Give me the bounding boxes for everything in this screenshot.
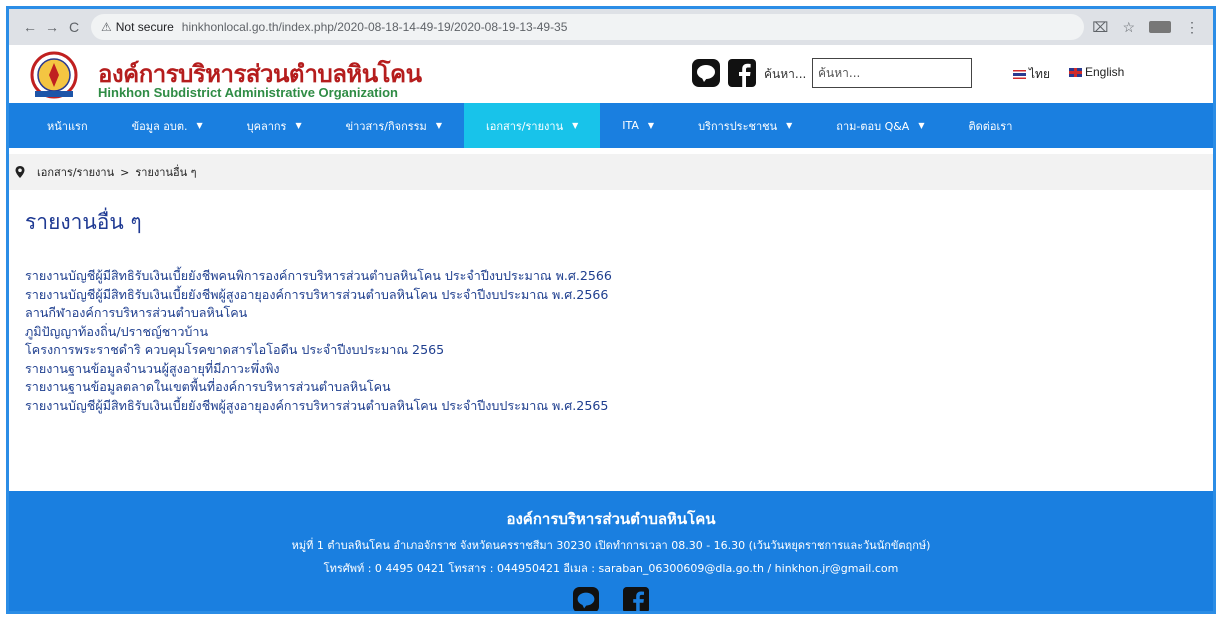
social-links xyxy=(692,59,756,87)
site-header: องค์การบริหารส่วนตำบลหินโคน Hinkhon Subd… xyxy=(9,45,1213,103)
browser-toolbar: ← → C ⚠ Not secure hinkhonlocal.go.th/in… xyxy=(9,9,1213,45)
lang-thai-label: ไทย xyxy=(1029,67,1050,81)
caret-down-icon: ▼ xyxy=(295,121,302,130)
report-list: รายงานบัญชีผู้มีสิทธิรับเงินเบี้ยยังชีพค… xyxy=(25,267,1213,415)
breadcrumb-current: รายงานอื่น ๆ xyxy=(135,166,197,179)
facebook-icon[interactable] xyxy=(728,59,756,87)
uk-flag-icon xyxy=(1069,68,1082,78)
site-footer: องค์การบริหารส่วนตำบลหินโคน หมู่ที่ 1 ตำ… xyxy=(9,491,1213,611)
footer-contact: โทรศัพท์ : 0 4495 0421 โทรสาร : 04495042… xyxy=(323,562,899,575)
nav-item-news[interactable]: ข่าวสาร/กิจกรรม ▼ xyxy=(324,103,464,148)
list-item[interactable]: ภูมิปัญญาท้องถิ่น/ปราชญ์ชาวบ้าน xyxy=(25,323,1213,342)
list-item[interactable]: รายงานฐานข้อมูลตลาดในเขตพื้นที่องค์การบร… xyxy=(25,378,1213,397)
nav-item-documents[interactable]: เอกสาร/รายงาน ▼ xyxy=(463,103,601,148)
list-item[interactable]: รายงานบัญชีผู้มีสิทธิรับเงินเบี้ยยังชีพค… xyxy=(25,267,1213,286)
facebook-icon[interactable] xyxy=(623,587,649,613)
url-text: hinkhonlocal.go.th/index.php/2020-08-18-… xyxy=(181,20,568,34)
line-icon[interactable] xyxy=(573,587,599,613)
breadcrumb-parent[interactable]: เอกสาร/รายงาน xyxy=(37,163,114,181)
caret-down-icon: ▼ xyxy=(786,121,793,130)
nav-item-ita[interactable]: ITA ▼ xyxy=(600,103,676,148)
caret-down-icon: ▼ xyxy=(196,121,203,130)
thai-flag-icon xyxy=(1013,70,1026,80)
nav-item-home[interactable]: หน้าแรก xyxy=(25,103,110,148)
lang-english-link[interactable]: English xyxy=(1069,65,1124,79)
breadcrumb: เอกสาร/รายงาน > รายงานอื่น ๆ xyxy=(9,154,1213,190)
footer-title: องค์การบริหารส่วนตำบลหินโคน xyxy=(506,510,716,528)
footer-social xyxy=(9,587,1213,613)
star-icon[interactable]: ☆ xyxy=(1122,19,1135,36)
lang-thai-link[interactable]: ไทย xyxy=(1013,65,1050,84)
map-pin-icon xyxy=(15,166,25,178)
caret-down-icon: ▼ xyxy=(918,121,925,130)
list-item[interactable]: ลานกีฬาองค์การบริหารส่วนตำบลหินโคน xyxy=(25,304,1213,323)
warning-icon: ⚠ xyxy=(101,20,112,34)
line-icon[interactable] xyxy=(692,59,720,87)
list-item[interactable]: รายงานบัญชีผู้มีสิทธิรับเงินเบี้ยยังชีพผ… xyxy=(25,286,1213,305)
security-label: Not secure xyxy=(115,20,174,34)
lang-english-label: English xyxy=(1085,65,1125,79)
browser-window: ← → C ⚠ Not secure hinkhonlocal.go.th/in… xyxy=(6,6,1216,614)
nav-item-about[interactable]: ข้อมูล อบต. ▼ xyxy=(110,103,225,148)
nav-item-qa[interactable]: ถาม-ตอบ Q&A ▼ xyxy=(814,103,946,148)
nav-item-personnel[interactable]: บุคลากร ▼ xyxy=(225,103,324,148)
translate-icon[interactable]: ⌧ xyxy=(1092,19,1108,36)
caret-down-icon: ▼ xyxy=(572,121,579,130)
address-bar[interactable]: ⚠ Not secure hinkhonlocal.go.th/index.ph… xyxy=(91,14,1085,40)
nav-item-contact[interactable]: ติดต่อเรา xyxy=(946,103,1034,148)
seal-logo[interactable] xyxy=(26,51,94,99)
nav-item-services[interactable]: บริการประชาชน ▼ xyxy=(676,103,814,148)
arrow-left-icon[interactable]: ← xyxy=(19,16,41,38)
caret-down-icon: ▼ xyxy=(435,121,442,130)
more-menu-icon[interactable]: ⋮ xyxy=(1185,19,1199,36)
main-content: รายงานอื่น ๆ รายงานบัญชีผู้มีสิทธิรับเงิ… xyxy=(9,206,1213,415)
arrow-right-icon[interactable]: → xyxy=(41,16,63,38)
caret-down-icon: ▼ xyxy=(647,121,655,130)
list-item[interactable]: รายงานฐานข้อมูลจำนวนผู้สูงอายุที่มีภาวะพ… xyxy=(25,360,1213,379)
main-nav: หน้าแรก ข้อมูล อบต. ▼ บุคลากร ▼ ข่าวสาร/กิ… xyxy=(9,103,1213,148)
reload-icon[interactable]: C xyxy=(63,16,85,38)
list-item[interactable]: รายงานบัญชีผู้มีสิทธิรับเงินเบี้ยยังชีพผ… xyxy=(25,397,1213,416)
list-item[interactable]: โครงการพระราชดำริ ควบคุมโรคขาดสารไอโอดีน… xyxy=(25,341,1213,360)
breadcrumb-separator: > xyxy=(120,165,130,179)
search-input[interactable] xyxy=(812,58,972,88)
site-title-en[interactable]: Hinkhon Subdistrict Administrative Organ… xyxy=(98,85,398,100)
footer-address: หมู่ที่ 1 ตำบลหินโคน อำเภอจักราช จังหวัด… xyxy=(291,539,931,552)
page-title: รายงานอื่น ๆ xyxy=(25,210,142,234)
search-label: ค้นหา... xyxy=(764,67,807,81)
extension-icon[interactable] xyxy=(1149,21,1171,33)
